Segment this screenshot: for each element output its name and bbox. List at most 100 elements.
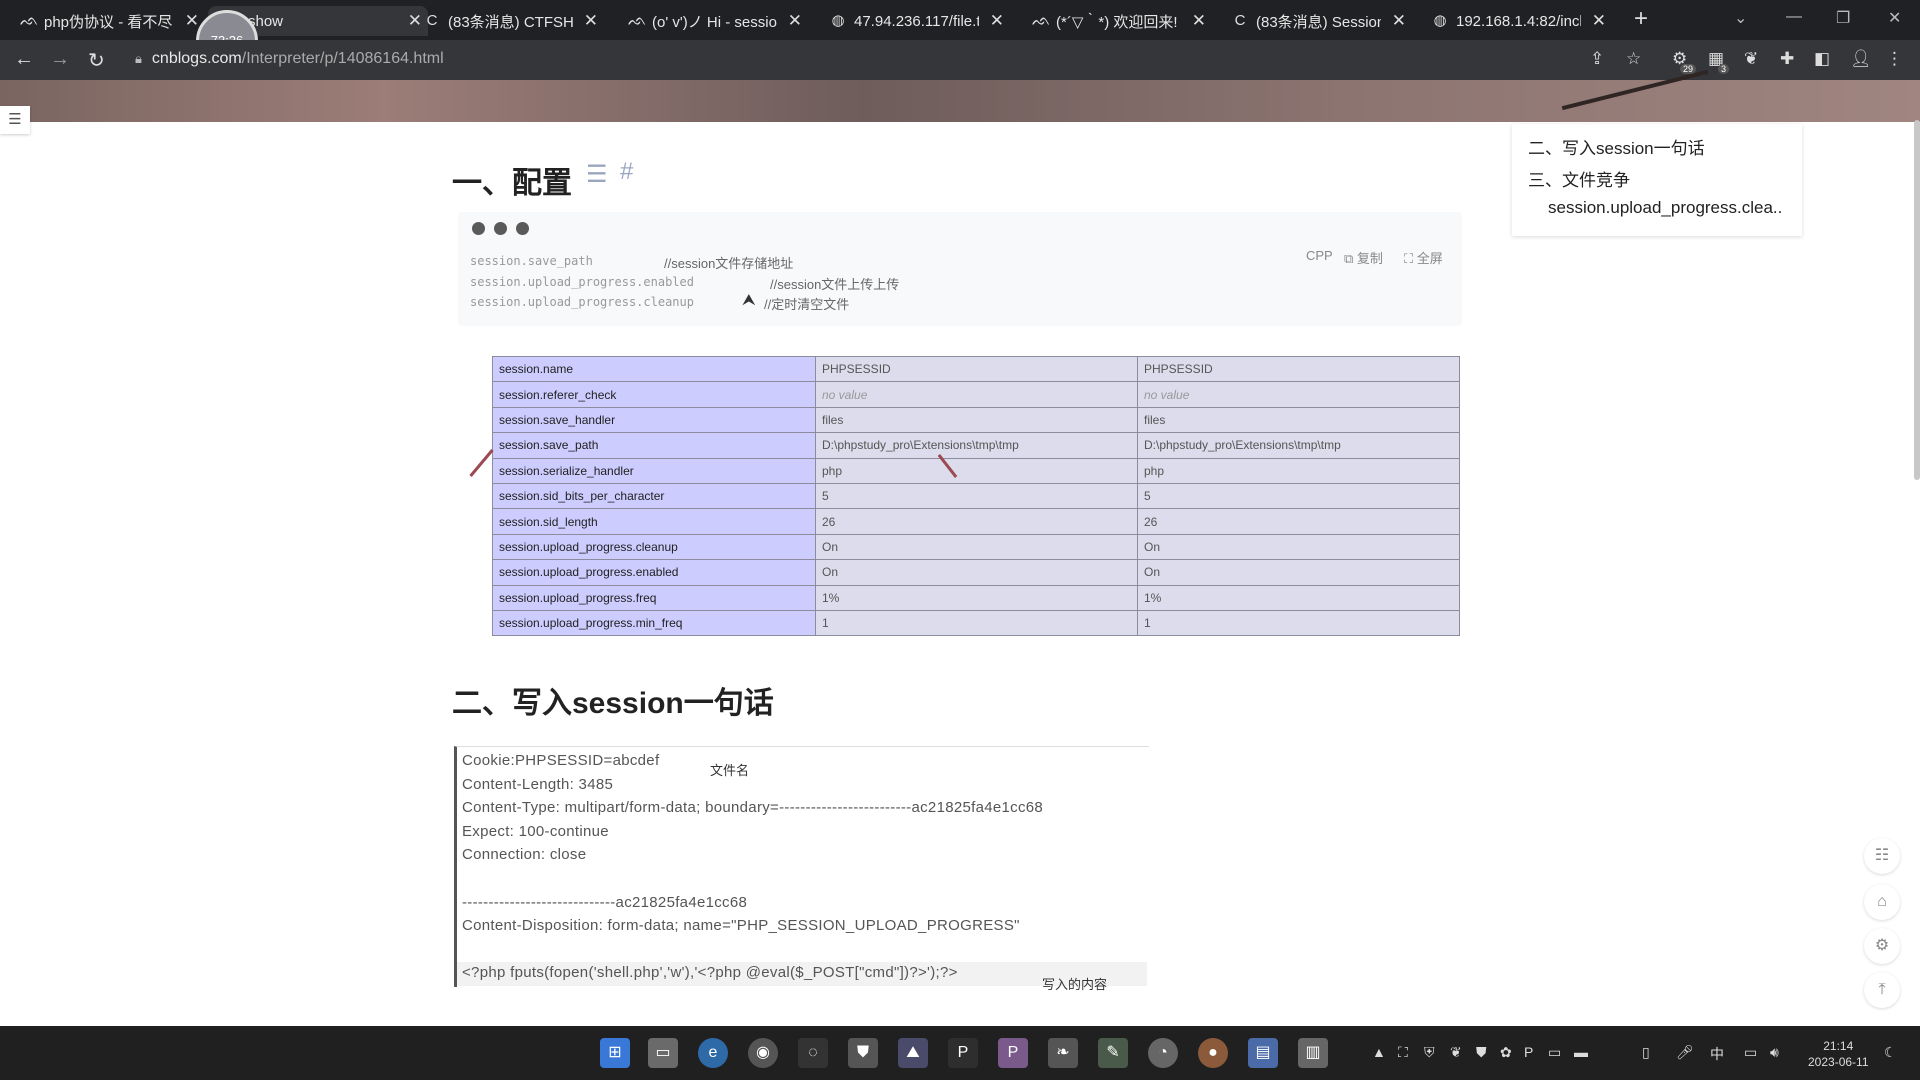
fullscreen-button[interactable]: ⛶ 全屏	[1404, 248, 1443, 267]
tray-icon[interactable]: ▲	[1372, 1044, 1386, 1060]
phpstorm-icon[interactable]: P	[998, 1038, 1028, 1068]
volume-icon[interactable]: 🔊︎	[1770, 1044, 1779, 1061]
close-tab-icon[interactable]: ✕	[185, 11, 199, 31]
request-line: -----------------------------ac21825fa4e…	[462, 893, 748, 911]
puzzle-icon[interactable]: ✚	[1780, 49, 1794, 69]
restore-button[interactable]: ❐	[1836, 8, 1850, 28]
local-value-cell: 1%	[815, 584, 1138, 611]
window-dot-icon	[472, 222, 485, 235]
tab-welcome-back[interactable]: ᨒ (*´▽｀*) 欢迎回来! ✕	[1032, 6, 1212, 36]
minimize-button[interactable]: —	[1786, 8, 1802, 26]
system-clock[interactable]: 21:14 2023-06-11	[1808, 1038, 1869, 1070]
master-value-cell: 1%	[1137, 584, 1460, 611]
tab-ip-file[interactable]: ◍ 47.94.236.117/file.t ✕	[830, 6, 1010, 36]
back-button[interactable]: ←	[14, 48, 34, 71]
toc-toggle-icon[interactable]: ☷	[1864, 838, 1900, 874]
start-windows-icon[interactable]: ⊞	[600, 1038, 630, 1068]
close-tab-icon[interactable]: ✕	[1392, 11, 1406, 31]
file-explorer-icon[interactable]: ▭	[648, 1038, 678, 1068]
tray-icon[interactable]: ⛶	[1398, 1044, 1408, 1061]
app-icon[interactable]: ✎	[1098, 1038, 1128, 1068]
app-icon[interactable]: ◔	[1148, 1038, 1178, 1068]
directive-name-cell: session.upload_progress.freq	[492, 584, 816, 611]
tab-local-include[interactable]: ◍ 192.168.1.4:82/incl ✕	[1432, 6, 1612, 36]
network-icon[interactable]: ▭	[1744, 1044, 1757, 1061]
sidepanel-icon[interactable]: ◧	[1814, 49, 1830, 69]
tray-icon[interactable]: ▬	[1574, 1044, 1588, 1060]
app-icon[interactable]: ⛰	[898, 1038, 928, 1068]
tab-title: (*´▽｀*) 欢迎回来!	[1056, 13, 1178, 31]
forward-button[interactable]: →	[50, 48, 70, 71]
note-content: 写入的内容	[1042, 977, 1108, 992]
close-tab-icon[interactable]: ✕	[1192, 11, 1206, 31]
home-icon[interactable]: ⌂	[1864, 884, 1900, 920]
toc-item-write-session[interactable]: 二、写入session一句话	[1528, 134, 1705, 159]
menu-toggle-icon[interactable]: ☰	[0, 106, 30, 134]
cnblogs-icon: ᨒ	[20, 12, 39, 29]
local-value-cell: files	[815, 406, 1138, 434]
master-value-cell: 26	[1137, 508, 1460, 535]
back-to-top-icon[interactable]: ⤒	[1864, 972, 1900, 1008]
reload-button[interactable]: ↻	[88, 48, 105, 73]
url-field[interactable]: 🔒︎ cnblogs.com/Interpreter/p/14086164.htm…	[135, 50, 444, 68]
globe-icon: ◍	[831, 12, 845, 29]
tray-icon[interactable]: ⛊	[1476, 1044, 1487, 1061]
list-icon[interactable]: ☰	[586, 160, 608, 189]
close-tab-icon[interactable]: ✕	[990, 11, 1004, 31]
settings-gear-icon[interactable]: ⚙	[1864, 928, 1900, 964]
tab-search-icon[interactable]: ⌄	[1734, 8, 1747, 28]
copy-button[interactable]: ⧉ 复制	[1344, 248, 1383, 267]
microphone-icon[interactable]: 🎤︎	[1676, 1044, 1694, 1061]
close-tab-icon[interactable]: ✕	[408, 11, 422, 31]
master-value-cell: On	[1137, 533, 1460, 561]
master-value-cell: 5	[1137, 482, 1460, 510]
table-row: session.upload_progress.min_freq 1 1	[492, 609, 1460, 637]
tab-csdn-ctfshow[interactable]: C (83条消息) CTFSHO ✕	[424, 6, 604, 36]
page-scrollbar[interactable]	[1914, 120, 1920, 480]
tray-shield-icon[interactable]: ⛨	[1424, 1044, 1435, 1061]
app-icon[interactable]: ◌	[798, 1038, 828, 1068]
tray-icon[interactable]: ▭	[1548, 1044, 1561, 1061]
close-tab-icon[interactable]: ✕	[788, 11, 802, 31]
profile-icon[interactable]: 👤︎	[1850, 49, 1872, 69]
ime-indicator[interactable]: 中	[1710, 1044, 1724, 1064]
master-value-cell: no value	[1137, 381, 1460, 408]
new-tab-button[interactable]: +	[1634, 5, 1648, 33]
close-tab-icon[interactable]: ✕	[1592, 11, 1606, 31]
extension-bird-icon[interactable]: ❦	[1744, 49, 1758, 69]
tray-icon[interactable]: P	[1524, 1044, 1533, 1060]
app-icon[interactable]: ▥	[1298, 1038, 1328, 1068]
edge-browser-icon[interactable]: e	[698, 1038, 728, 1068]
tab-php-protocol[interactable]: ᨒ php伪协议 - 看不尽 ✕	[20, 6, 205, 36]
share-icon[interactable]: ⇪	[1590, 49, 1604, 69]
tab-hi-session[interactable]: ᨒ (o' v')ノ Hi - sessio ✕	[628, 6, 808, 36]
tray-icon[interactable]: ❦	[1450, 1044, 1462, 1061]
local-value-cell: 26	[815, 508, 1138, 535]
close-window-button[interactable]: ✕	[1888, 8, 1901, 28]
battery-icon[interactable]: ▯	[1642, 1044, 1650, 1061]
toc-item-cleanup[interactable]: session.upload_progress.clea..	[1548, 198, 1782, 218]
bookmark-star-icon[interactable]: ☆	[1626, 49, 1641, 69]
app-icon[interactable]: ❧	[1048, 1038, 1078, 1068]
csdn-icon: C	[426, 12, 438, 29]
pycharm-icon[interactable]: P	[948, 1038, 978, 1068]
window-dot-icon	[516, 222, 529, 235]
directive-name-cell: session.referer_check	[492, 381, 816, 408]
app-icon[interactable]: ▤	[1248, 1038, 1278, 1068]
toc-item-file-race[interactable]: 三、文件竞争	[1528, 166, 1630, 191]
directive-name-cell: session.save_path	[492, 432, 816, 459]
notification-icon[interactable]: ☾	[1884, 1044, 1897, 1061]
tab-bar: ᨒ php伪协议 - 看不尽 ✕ ctf.show ✕ C (83条消息) CT…	[0, 0, 1920, 40]
master-value-cell: 1	[1137, 609, 1460, 637]
directive-name-cell: session.sid_length	[492, 508, 816, 535]
app-icon[interactable]: ⛊	[848, 1038, 878, 1068]
menu-dots-icon[interactable]: ⋮	[1886, 49, 1903, 69]
tray-icon[interactable]: ✿	[1500, 1044, 1512, 1061]
tab-csdn-session[interactable]: C (83条消息) Session ✕	[1232, 6, 1412, 36]
app-icon[interactable]: ●	[1198, 1038, 1228, 1068]
close-tab-icon[interactable]: ✕	[584, 11, 598, 31]
chrome-browser-icon[interactable]: ◉	[748, 1038, 778, 1068]
anchor-hash-icon[interactable]: #	[620, 158, 633, 186]
directive-name-cell: session.name	[492, 355, 816, 383]
note-filename: 文件名	[710, 763, 750, 778]
